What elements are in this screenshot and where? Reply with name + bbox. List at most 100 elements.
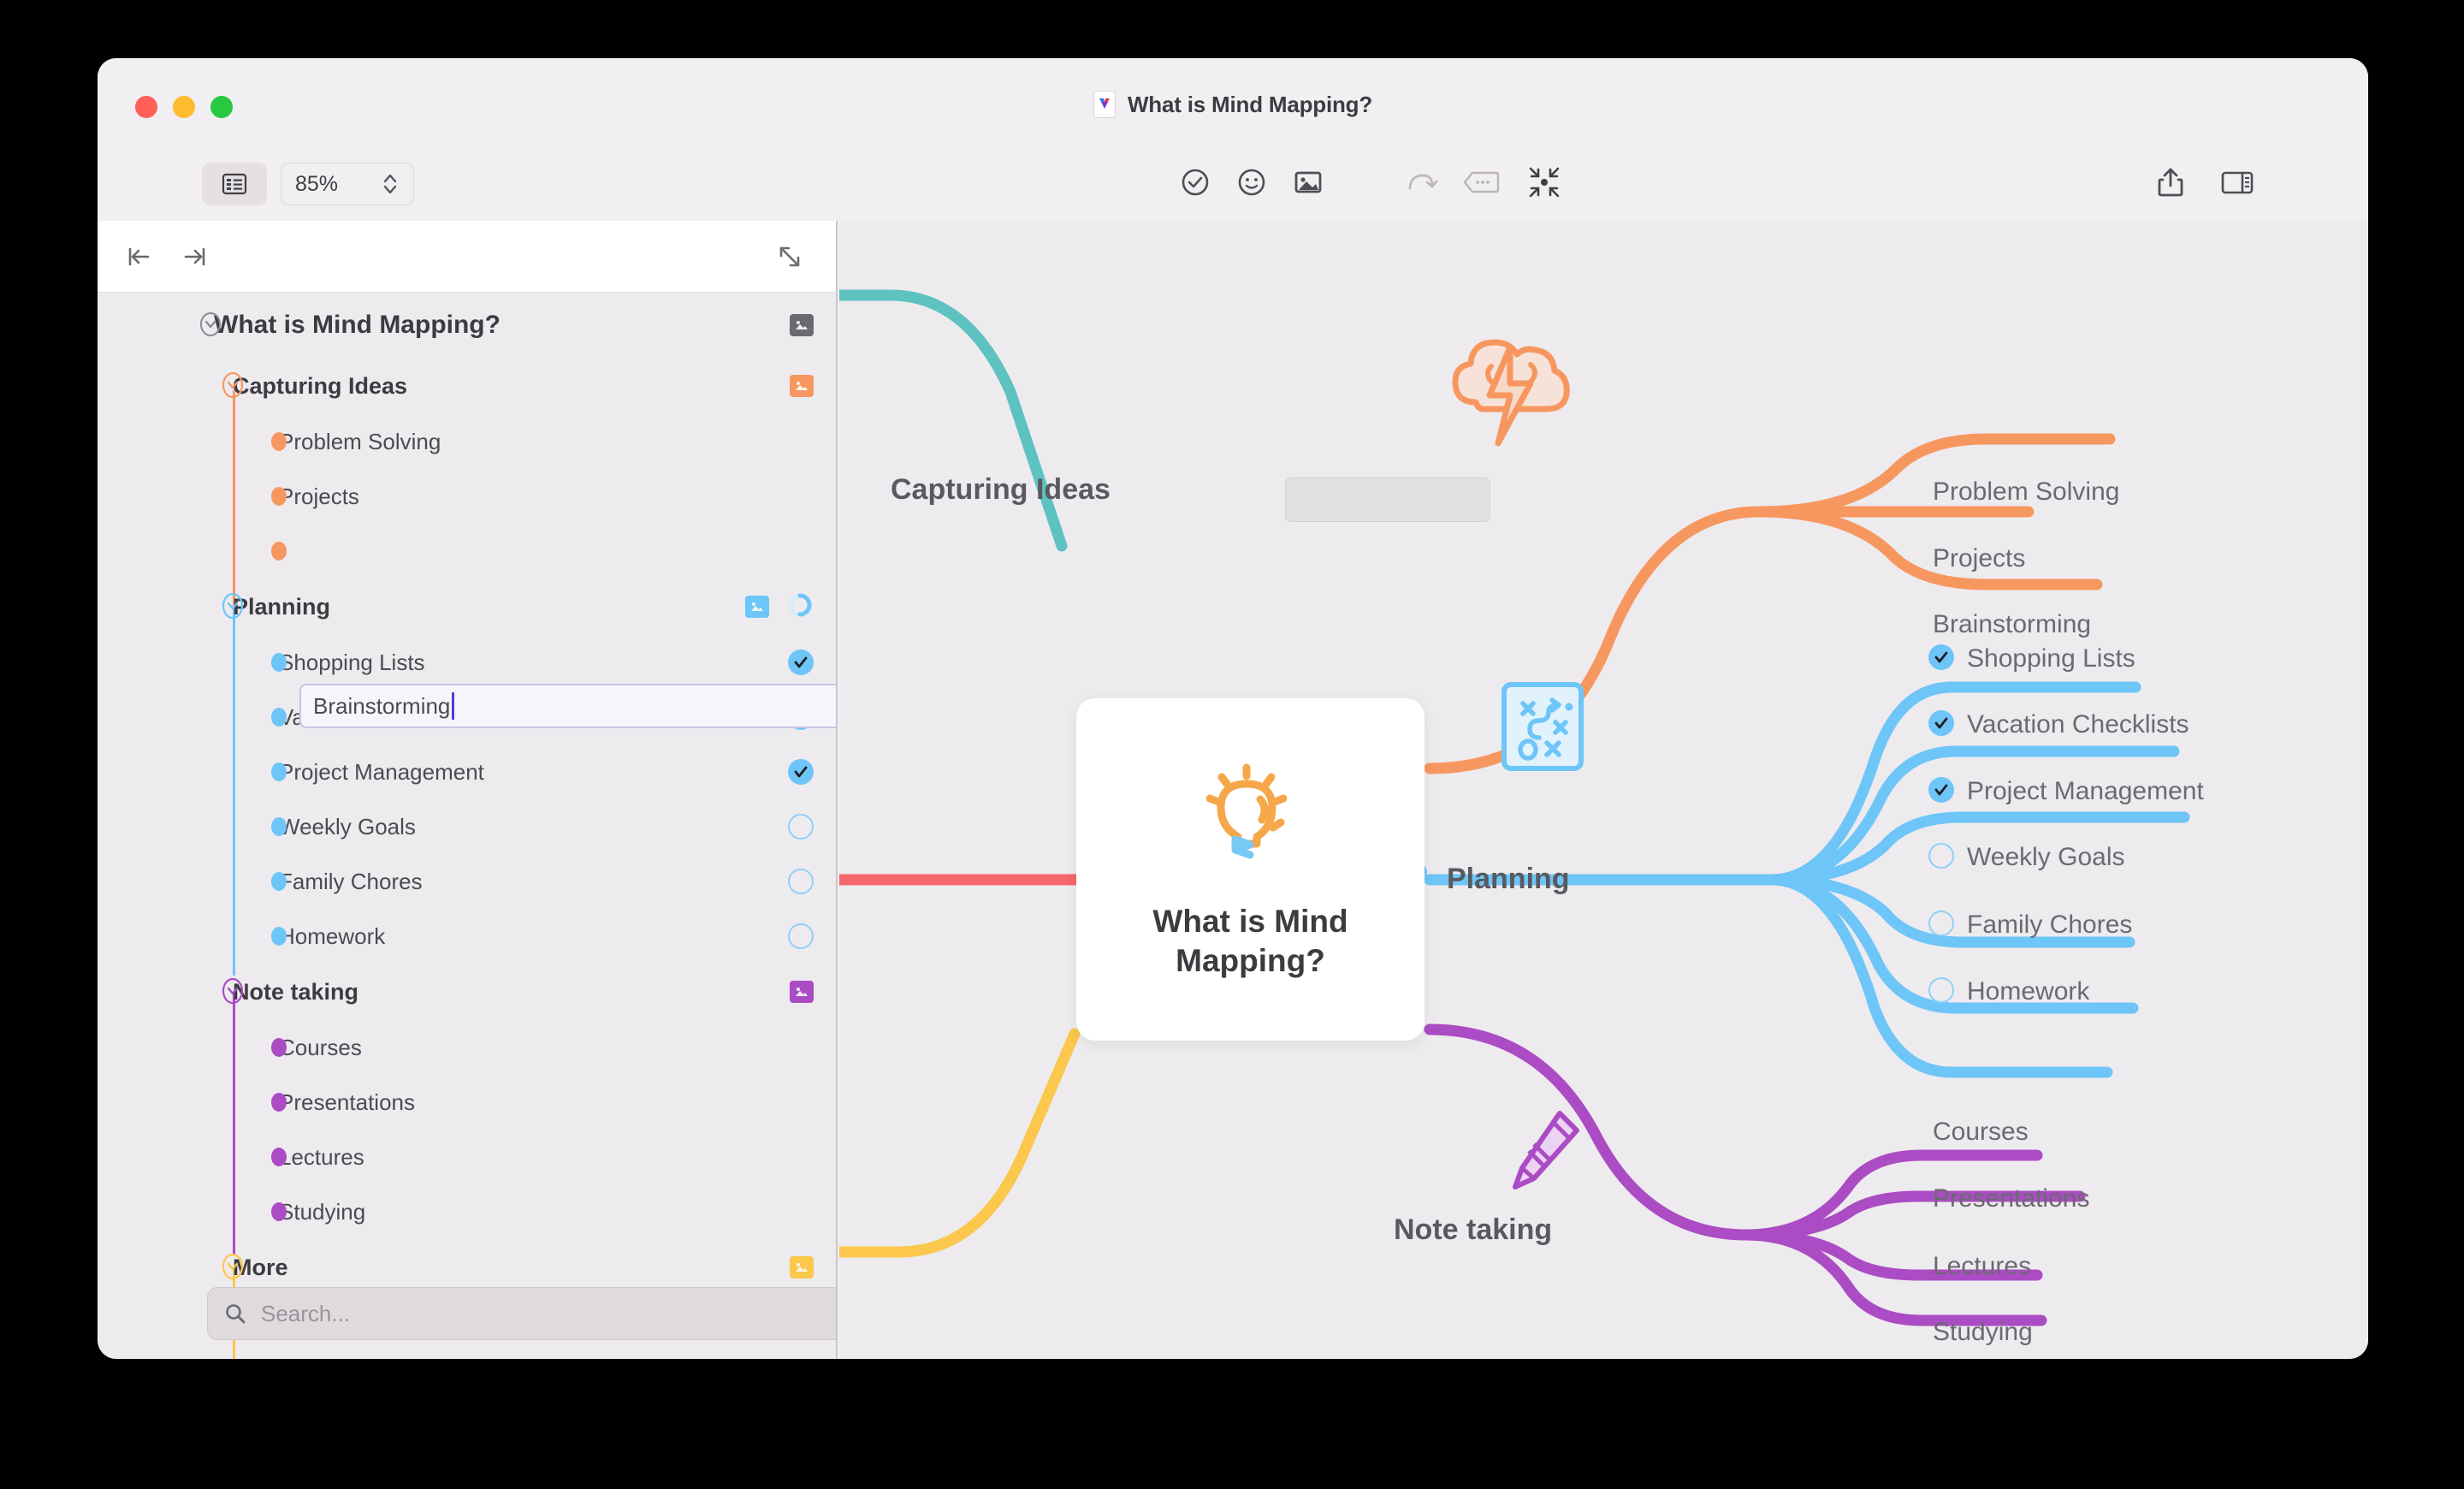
outline-item-label: Lectures <box>279 1143 364 1170</box>
outline-expand-diagonal-button[interactable] <box>766 233 814 281</box>
checkbox-unchecked-icon[interactable] <box>788 814 814 839</box>
map-branch-label-capturing-ideas[interactable]: Capturing Ideas <box>891 473 1111 507</box>
map-checkbox-unchecked-icon[interactable] <box>1928 911 1954 936</box>
outline-collapse-left-button[interactable] <box>116 233 164 281</box>
strategy-board-icon <box>1492 676 1593 781</box>
outline-branch-note-taking: Note taking Courses Presentations Lectur… <box>98 964 836 1255</box>
app-window: What is Mind Mapping? 85% What is Mind M… <box>98 58 2368 1359</box>
outline-item-row[interactable]: Homework <box>98 909 836 964</box>
sidebar-toggle-icon <box>2221 171 2254 194</box>
outline-branch-capturing-ideas: Capturing Ideas Problem Solving Projects <box>98 358 836 620</box>
emoji-button[interactable] <box>1227 157 1276 207</box>
item-bullet-icon <box>271 653 287 672</box>
outline-item-row[interactable]: Studying <box>98 1184 836 1239</box>
map-checkbox-checked-icon[interactable] <box>1928 644 1954 670</box>
outline-item-row[interactable]: Project Management <box>98 744 836 799</box>
map-checkbox-checked-icon[interactable] <box>1928 777 1954 803</box>
screen: What is Mind Mapping? 85% What is Mind M… <box>0 0 2464 1489</box>
image-icon <box>1294 171 1322 193</box>
map-leaf-label-projects[interactable]: Projects <box>1933 544 2025 573</box>
insert-image-button[interactable] <box>1283 157 1333 207</box>
outline-item-row[interactable]: Lectures <box>98 1130 836 1184</box>
outline-expand-right-button[interactable] <box>171 233 219 281</box>
share-icon <box>2158 168 2183 197</box>
expand-diagonal-icon <box>779 246 800 267</box>
outline-branch-label: Note taking <box>233 978 359 1005</box>
outline-item-row[interactable]: Shopping Lists <box>98 635 836 690</box>
checkbox-unchecked-icon[interactable] <box>788 923 814 949</box>
note-comment-button[interactable] <box>1456 157 1506 207</box>
outline-item-row[interactable]: Presentations <box>98 1075 836 1130</box>
outline-branch-label: Planning <box>233 593 330 620</box>
task-check-button[interactable] <box>1170 157 1220 207</box>
map-branch-label-note-taking[interactable]: Note taking <box>1394 1213 1552 1247</box>
map-branch-label-planning[interactable]: Planning <box>1447 863 1570 896</box>
image-badge-icon[interactable] <box>790 1256 814 1278</box>
map-leaf-label-homework[interactable]: Homework <box>1967 977 2089 1006</box>
outline-branch-row[interactable]: Note taking <box>98 964 836 1020</box>
map-leaf-label-courses[interactable]: Courses <box>1933 1118 2029 1147</box>
outline-item-row[interactable]: Family Chores <box>98 854 836 909</box>
map-leaf-label-weekly-goals[interactable]: Weekly Goals <box>1967 843 2125 872</box>
sidebar-toggle-button[interactable] <box>2212 157 2262 207</box>
image-badge-icon[interactable] <box>790 981 814 1003</box>
outline-item-edit-input[interactable]: Brainstorming <box>299 684 836 728</box>
image-badge-icon[interactable] <box>790 314 814 336</box>
map-leaf-label-problem-solving[interactable]: Problem Solving <box>1933 478 2119 507</box>
outline-item-label: Courses <box>279 1034 362 1060</box>
outline-item-row-editing[interactable] <box>98 524 836 578</box>
map-leaf-label-project-management[interactable]: Project Management <box>1967 777 2204 806</box>
map-leaf-label-shopping-lists[interactable]: Shopping Lists <box>1967 644 2135 673</box>
outline-item-label: Family Chores <box>279 868 423 894</box>
outline-item-label: Shopping Lists <box>279 649 425 675</box>
map-leaf-label-lectures[interactable]: Lectures <box>1933 1252 2031 1281</box>
map-checkbox-unchecked-icon[interactable] <box>1928 843 1954 869</box>
outline-item-label: Studying <box>279 1198 366 1225</box>
item-bullet-icon <box>271 1202 287 1221</box>
outline-item-label: Presentations <box>279 1089 415 1115</box>
outline-item-row[interactable]: Courses <box>98 1020 836 1075</box>
mind-map-canvas[interactable]: Capturing Ideas Problem Solving Projects… <box>839 221 2368 1359</box>
outline-root-label: What is Mind Mapping? <box>214 311 500 339</box>
outline-item-label: Projects <box>279 483 359 509</box>
map-leaf-label-vacation-checklists[interactable]: Vacation Checklists <box>1967 710 2189 739</box>
offscreen-yellow-branch <box>839 1028 1081 1258</box>
outline-item-row[interactable]: Projects <box>98 469 836 524</box>
outline-item-row[interactable]: Problem Solving <box>98 414 836 469</box>
image-badge-icon[interactable] <box>790 375 814 397</box>
map-checkbox-checked-icon[interactable] <box>1928 710 1954 736</box>
outline-root-row[interactable]: What is Mind Mapping? <box>98 293 836 358</box>
outline-item-row[interactable]: Team Building <box>98 1350 836 1359</box>
outline-item-row[interactable]: Weekly Goals <box>98 799 836 854</box>
emoji-smiley-icon <box>1238 169 1265 196</box>
map-leaf-label-brainstorming[interactable]: Brainstorming <box>1933 610 2091 639</box>
outline-branch-row[interactable]: Planning <box>98 578 836 635</box>
checkbox-checked-icon[interactable] <box>788 759 814 785</box>
image-badge-icon[interactable] <box>745 596 769 618</box>
map-checkbox-unchecked-icon[interactable] <box>1928 977 1954 1003</box>
checkbox-checked-icon[interactable] <box>788 650 814 675</box>
zoom-level-stepper[interactable]: 85% <box>281 163 414 205</box>
mind-map-center-node[interactable]: What is Mind Mapping? <box>1076 698 1424 1041</box>
item-bullet-icon <box>271 1148 287 1166</box>
progress-ring-icon[interactable] <box>786 591 814 623</box>
map-leaf-label-family-chores[interactable]: Family Chores <box>1967 911 2132 940</box>
map-leaf-label-studying[interactable]: Studying <box>1933 1318 2033 1347</box>
toolbar: 85% <box>98 144 2368 221</box>
note-comment-icon <box>1463 171 1500 193</box>
checkbox-unchecked-icon[interactable] <box>788 869 814 894</box>
share-button[interactable] <box>2146 157 2195 207</box>
redo-button[interactable] <box>1396 157 1446 207</box>
brainstorm-cloud-icon <box>1438 323 1575 460</box>
outline-tree[interactable]: What is Mind Mapping? Capturing Ideas Pr… <box>98 293 836 1359</box>
redo-arrow-icon <box>1408 174 1438 190</box>
outline-view-toggle-button[interactable] <box>202 163 267 205</box>
search-input[interactable]: Search... <box>207 1287 836 1340</box>
document-title: What is Mind Mapping? <box>1127 91 1373 117</box>
outline-branch-row[interactable]: Capturing Ideas <box>98 358 836 414</box>
outline-item-label: Homework <box>279 922 386 949</box>
lightbulb-icon <box>1205 763 1287 859</box>
search-icon <box>226 1304 246 1324</box>
map-leaf-label-presentations[interactable]: Presentations <box>1933 1184 2089 1213</box>
focus-collapse-button[interactable] <box>1519 157 1569 207</box>
